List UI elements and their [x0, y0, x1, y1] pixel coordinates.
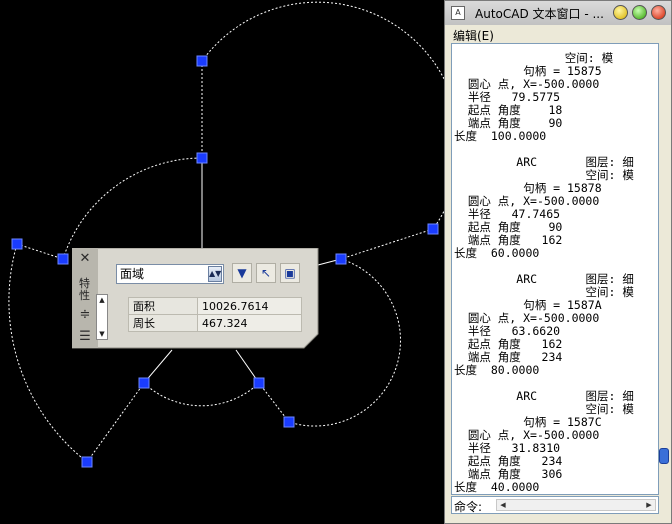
scroll-up-icon[interactable]: ▲ — [97, 295, 107, 305]
grip-point[interactable] — [196, 55, 208, 67]
grip-point[interactable] — [283, 416, 295, 428]
palette-scrollbar[interactable]: ▲ ▼ — [96, 294, 108, 340]
object-type-select[interactable]: 面域 ▲▼ — [116, 264, 224, 284]
object-type-value: 面域 — [120, 267, 145, 281]
close-icon[interactable]: ✕ — [77, 252, 93, 266]
window-title-bar[interactable]: A AutoCAD 文本窗口 - ... — [445, 1, 671, 25]
close-button[interactable] — [651, 5, 666, 20]
quick-properties-palette: ✕ 特性 ≑ ☰ ▲ ▼ 面域 ▲▼ ▼ ↖ ▣ 面积 10026.7614 周… — [72, 248, 320, 350]
menu-item-edit[interactable]: 编辑(E) — [453, 27, 494, 44]
radial-line[interactable] — [16, 243, 64, 260]
history-line: 长度 — [454, 494, 477, 495]
properties-grid: 面积 10026.7614 周长 467.324 — [128, 297, 302, 332]
scroll-right-icon[interactable]: ▶ — [643, 500, 655, 510]
settings-icon[interactable]: ≑ — [77, 308, 93, 322]
scroll-left-icon[interactable]: ◀ — [497, 500, 509, 510]
radial-line[interactable] — [258, 382, 290, 423]
history-line: 长度 80.0000 — [454, 363, 540, 377]
grip-point[interactable] — [196, 152, 208, 164]
radial-line[interactable] — [340, 228, 434, 260]
maximize-button[interactable] — [632, 5, 647, 20]
property-label: 周长 — [128, 314, 198, 332]
history-line: 长度 40.0000 — [454, 480, 540, 494]
history-line: 长度 60.0000 — [454, 246, 540, 260]
quick-select-button[interactable]: ▣ — [280, 263, 300, 283]
property-row[interactable]: 面积 10026.7614 — [128, 297, 302, 315]
radial-line[interactable] — [86, 382, 145, 463]
toggle-pickadd-button[interactable]: ▼ — [232, 263, 252, 283]
grip-point[interactable] — [253, 377, 265, 389]
grip-point[interactable] — [335, 253, 347, 265]
arc-inner-top[interactable] — [62, 157, 203, 260]
menu-icon[interactable]: ☰ — [77, 330, 93, 344]
grip-point[interactable] — [427, 223, 439, 235]
arc-bottom[interactable] — [143, 382, 260, 407]
app-icon[interactable]: A — [451, 6, 465, 20]
property-value[interactable]: 10026.7614 — [197, 297, 302, 315]
scrollbar-thumb[interactable] — [659, 448, 669, 464]
horizontal-scrollbar[interactable]: ◀ ▶ — [496, 499, 656, 511]
dropdown-arrow-icon[interactable]: ▲▼ — [208, 266, 222, 282]
grip-point[interactable] — [57, 253, 69, 265]
property-label: 面积 — [128, 297, 198, 315]
arc-outer-top[interactable] — [201, 1, 444, 230]
minimize-button[interactable] — [613, 5, 628, 20]
window-title: AutoCAD 文本窗口 - ... — [475, 7, 604, 21]
palette-side-label: 特性 — [79, 277, 90, 302]
property-value[interactable]: 467.324 — [197, 314, 302, 332]
palette-side-bar: ✕ 特性 ≑ ☰ — [72, 248, 98, 348]
history-lines: 空间: 模 句柄 = 15875 圆心 点, X=-500.0000 半径 79… — [454, 52, 634, 495]
menu-bar: 编辑(E) — [445, 25, 671, 43]
grip-point[interactable] — [138, 377, 150, 389]
property-row[interactable]: 周长 467.324 — [128, 314, 302, 332]
grip-point[interactable] — [11, 238, 23, 250]
vertical-scrollbar[interactable] — [659, 43, 669, 495]
grip-point[interactable] — [81, 456, 93, 468]
scroll-down-icon[interactable]: ▼ — [97, 329, 107, 339]
text-window: A AutoCAD 文本窗口 - ... 编辑(E) 空间: 模 句柄 = 15… — [444, 0, 672, 524]
select-objects-button[interactable]: ↖ — [256, 263, 276, 283]
selected-region-outline[interactable] — [8, 1, 444, 463]
command-line[interactable]: 命令: ◀ ▶ — [451, 496, 659, 514]
history-line: 长度 100.0000 — [454, 129, 547, 143]
command-prompt: 命令: — [454, 500, 483, 514]
text-history[interactable]: 空间: 模 句柄 = 15875 圆心 点, X=-500.0000 半径 79… — [451, 43, 659, 495]
